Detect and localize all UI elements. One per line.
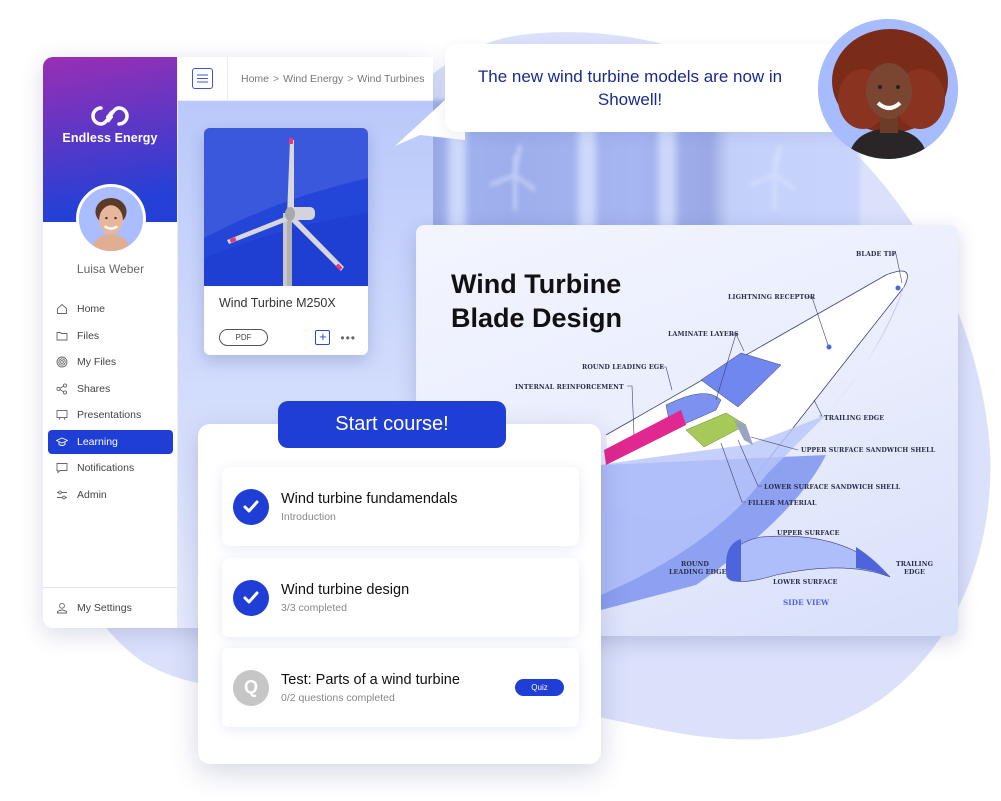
breadcrumb: Home > Wind Energy > Wind Turbines — [241, 73, 425, 85]
label-trailing: TRAILING — [896, 561, 933, 568]
sidebar-item-learning[interactable]: Learning — [48, 429, 173, 454]
sidebar-item-my-settings[interactable]: My Settings — [48, 596, 173, 620]
file-title: Wind Turbine M250X — [219, 296, 336, 310]
topbar: Home > Wind Energy > Wind Turbines — [178, 57, 433, 101]
sidebar: Endless Energy Luisa Weber Home Files My… — [43, 57, 178, 628]
breadcrumb-wind-turbines[interactable]: Wind Turbines — [357, 73, 424, 85]
sidebar-item-label: Files — [77, 329, 100, 342]
chat-bubble-icon — [56, 463, 68, 474]
sidebar-item-label: Home — [77, 303, 106, 315]
sidebar-nav: Home Files My Files Shares Presentations… — [43, 297, 178, 509]
label-filler-material: FILLER MATERIAL — [748, 500, 817, 507]
course-card: Wind turbine fundamendals Introduction W… — [198, 424, 601, 764]
sidebar-item-label: My Files — [77, 356, 117, 368]
lesson-title: Test: Parts of a wind turbine — [281, 671, 460, 688]
home-icon — [57, 303, 67, 314]
sidebar-item-label: Notifications — [77, 462, 135, 474]
sidebar-divider — [43, 587, 178, 588]
add-button[interactable]: + — [315, 330, 331, 345]
lesson-item[interactable]: Wind turbine design 3/3 completed — [222, 558, 579, 637]
wind-turbine-illustration — [204, 128, 368, 286]
breadcrumb-separator: > — [273, 72, 280, 85]
label-round: ROUND — [681, 561, 709, 568]
brand-name: Endless Energy — [62, 131, 158, 145]
sidebar-item-notifications[interactable]: Notifications — [48, 456, 173, 480]
file-actions: PDF + ••• — [219, 329, 356, 346]
lesson-subtitle: 0/2 questions completed — [281, 691, 395, 704]
label-upper-surface-sandwich-shell: UPPER SURFACE SANDWICH SHELL — [801, 447, 936, 454]
speaker-avatar — [818, 19, 958, 159]
quiz-q-icon: Q — [233, 669, 269, 706]
user-photo — [79, 187, 143, 251]
folder-icon — [56, 331, 68, 340]
label-lightning-receptor: LIGHTNING RECEPTOR — [728, 294, 816, 301]
sidebar-item-home[interactable]: Home — [48, 297, 173, 321]
breadcrumb-wind-energy[interactable]: Wind Energy — [283, 73, 343, 85]
label-laminate-layers: LAMINATE LAYERS — [668, 331, 739, 338]
presentation-icon — [56, 410, 68, 421]
file-type-tag: PDF — [219, 329, 268, 346]
user-icon — [57, 602, 67, 614]
menu-button[interactable] — [192, 68, 213, 89]
file-card[interactable]: Wind Turbine M250X PDF + ••• — [204, 128, 368, 355]
start-course-button[interactable]: Start course! — [278, 401, 506, 448]
sidebar-item-shares[interactable]: Shares — [48, 377, 173, 401]
label-leading-edge: LEADING EDGE — [669, 569, 727, 576]
lesson-subtitle: Introduction — [281, 510, 336, 523]
speech-bubble: The new wind turbine models are now in S… — [445, 44, 855, 132]
blade-tip-marker — [895, 285, 901, 291]
label-round-leading-edge: ROUND LEADING EGE — [582, 364, 664, 371]
label-upper-surface: UPPER SURFACE — [777, 530, 840, 537]
fingerprint-icon — [56, 356, 68, 368]
checkmark-icon — [233, 488, 269, 525]
lesson-title: Wind turbine design — [281, 581, 410, 598]
lightning-receptor-marker — [826, 344, 832, 350]
announcement-message: The new wind turbine models are now in S… — [477, 67, 783, 109]
label-edge: EDGE — [904, 569, 925, 576]
airfoil-trailing-edge — [856, 547, 890, 577]
lesson-item[interactable]: Wind turbine fundamendals Introduction — [222, 467, 579, 546]
graduation-cap-icon — [56, 437, 68, 446]
sidebar-settings: My Settings — [43, 596, 178, 623]
user-avatar[interactable] — [76, 184, 146, 254]
breadcrumb-separator: > — [347, 72, 354, 85]
label-side-view: SIDE VIEW — [783, 598, 830, 607]
sidebar-item-my-files[interactable]: My Files — [48, 350, 173, 374]
label-internal-reinforcement: INTERNAL REINFORCEMENT — [515, 384, 624, 391]
sidebar-item-admin[interactable]: Admin — [48, 483, 173, 507]
label-blade-tip: BLADE TIP — [856, 251, 897, 258]
sliders-icon — [57, 490, 67, 499]
speaker-photo — [818, 19, 958, 159]
user-name: Luisa Weber — [76, 262, 145, 276]
sidebar-item-presentations[interactable]: Presentations — [48, 403, 173, 427]
sidebar-item-label: My Settings — [77, 602, 132, 614]
share-icon — [56, 382, 68, 395]
topbar-divider — [227, 57, 228, 101]
file-thumbnail — [204, 128, 368, 286]
sidebar-item-label: Shares — [77, 382, 111, 395]
lesson-subtitle: 3/3 completed — [281, 601, 347, 614]
sidebar-item-label: Admin — [77, 488, 107, 501]
sidebar-item-label: Presentations — [77, 409, 142, 421]
label-lower-surface: LOWER SURFACE — [773, 579, 838, 586]
breadcrumb-home[interactable]: Home — [241, 73, 269, 85]
more-options-button[interactable]: ••• — [340, 331, 356, 345]
lesson-item[interactable]: Q Test: Parts of a wind turbine 0/2 ques… — [222, 648, 579, 727]
lesson-title: Wind turbine fundamendals — [281, 490, 458, 507]
label-lower-surface-sandwich-shell: LOWER SURFACE SANDWICH SHELL — [764, 484, 901, 491]
hamburger-menu-icon — [197, 74, 208, 83]
label-trailing-edge: TRAILING EDGE — [824, 415, 884, 422]
sidebar-item-label: Learning — [77, 435, 118, 448]
quiz-badge[interactable]: Quiz — [515, 679, 564, 696]
checkmark-icon — [233, 579, 269, 616]
infinity-bolt-logo-icon — [91, 106, 129, 126]
sidebar-item-files[interactable]: Files — [48, 324, 173, 348]
